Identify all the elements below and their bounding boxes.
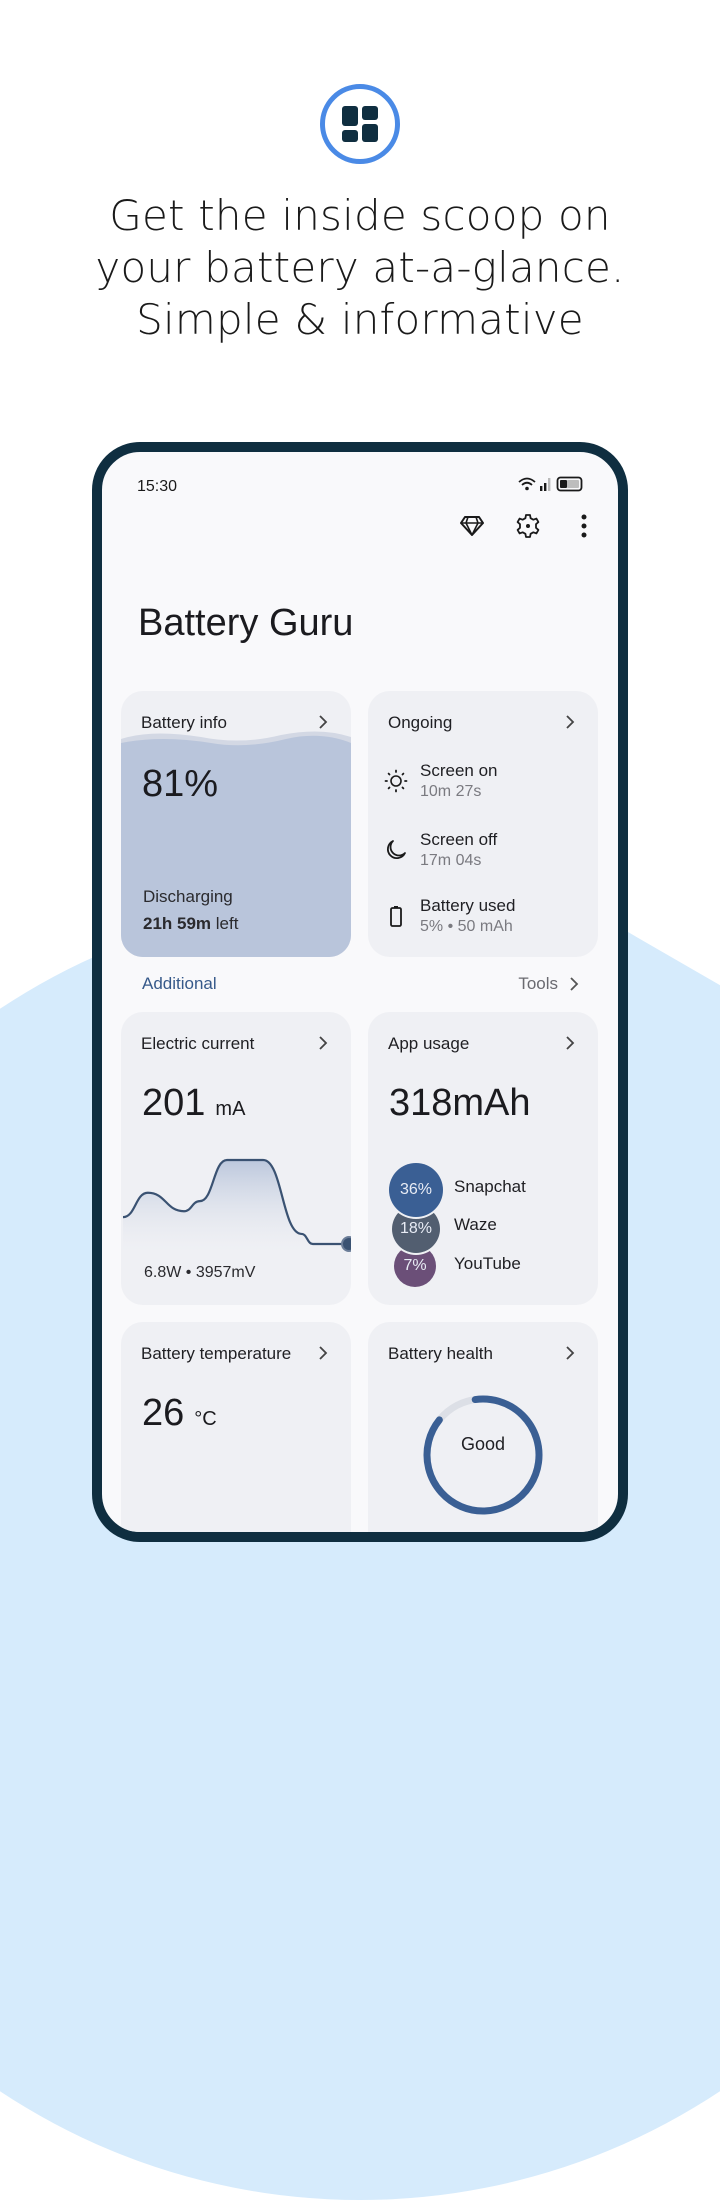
chevron-right-icon: [315, 713, 331, 731]
card-title: Battery temperature: [141, 1344, 292, 1363]
ongoing-value: 10m 27s: [420, 783, 482, 800]
current-chart-end-marker: [341, 1236, 351, 1252]
electric-current-card[interactable]: Electric current 201 mA 6.8W • 3957mV: [121, 1012, 351, 1305]
premium-button[interactable]: [458, 512, 486, 540]
battery-info-card[interactable]: Battery info 81% Discharging 21h 59m lef…: [121, 691, 351, 957]
app-usage-card[interactable]: App usage 318mAh 7% 18% 36% Snapchat Waz…: [368, 1012, 598, 1305]
battery-health-card[interactable]: Battery health Good: [368, 1322, 598, 1532]
ongoing-label: Screen on: [420, 761, 498, 780]
current-chart: [122, 1158, 351, 1252]
chevron-right-icon: [562, 1034, 578, 1052]
app-title: Battery Guru: [138, 602, 354, 644]
headline-line-3: Simple & informative: [136, 295, 584, 344]
headline-line-1: Get the inside scoop on: [109, 191, 611, 240]
battery-time-left-suffix: left: [211, 914, 239, 933]
battery-state: Discharging: [143, 887, 233, 906]
ongoing-value: 17m 04s: [420, 852, 482, 869]
tools-label: Tools: [518, 974, 558, 993]
card-title: App usage: [388, 1034, 470, 1053]
battery-icon: [556, 476, 583, 492]
settings-gear-icon: [516, 514, 540, 538]
status-icons: [518, 476, 584, 492]
temperature-unit: °C: [194, 1408, 217, 1430]
ongoing-value: 5% • 50 mAh: [420, 918, 513, 935]
battery-time-left: 21h 59m left: [143, 914, 238, 934]
battery-level: 81%: [142, 763, 219, 805]
tools-link[interactable]: Tools: [518, 974, 580, 994]
card-title: Battery health: [388, 1344, 493, 1363]
settings-button[interactable]: [514, 512, 542, 540]
app-name: Snapchat: [454, 1177, 526, 1196]
app-usage-total: 318mAh: [389, 1082, 531, 1124]
current-number: 201: [142, 1082, 206, 1124]
temperature-value: 26 °C: [142, 1392, 217, 1435]
diamond-premium-icon: [460, 516, 484, 536]
brightness-sun-icon: [384, 769, 408, 793]
chevron-right-icon: [562, 713, 578, 731]
app-name: YouTube: [454, 1254, 521, 1273]
current-unit: mA: [215, 1098, 246, 1120]
chevron-right-icon: [315, 1034, 331, 1052]
current-chart-area: [123, 1160, 349, 1252]
current-power-voltage: 6.8W • 3957mV: [144, 1264, 256, 1281]
status-time: 15:30: [137, 478, 178, 495]
health-gauge: [423, 1395, 543, 1515]
phone-screen: 15:30 Battery Guru Battery info 81% Disc…: [102, 452, 618, 1532]
battery-outline-icon: [390, 906, 402, 927]
headline-line-2: your battery at-a-glance.: [95, 243, 625, 292]
dashboard-grid-icon: [320, 84, 400, 164]
phone-frame: 15:30 Battery Guru Battery info 81% Disc…: [92, 442, 628, 1542]
app-percent-bubble: 36%: [389, 1163, 443, 1217]
signal-icon: [540, 478, 551, 491]
ongoing-label: Screen off: [420, 830, 498, 849]
additional-label: Additional: [142, 974, 217, 993]
chevron-right-icon: [315, 1344, 331, 1362]
battery-temperature-card[interactable]: Battery temperature 26 °C: [121, 1322, 351, 1532]
section-header: Additional Tools: [121, 972, 598, 996]
ongoing-card[interactable]: Ongoing Screen on 10m 27s Screen off 17m…: [368, 691, 598, 957]
card-title: Electric current: [141, 1034, 255, 1053]
battery-time-left-value: 21h 59m: [143, 914, 212, 933]
wifi-icon: [518, 477, 536, 491]
chevron-right-icon: [570, 977, 579, 991]
chevron-right-icon: [562, 1344, 578, 1362]
toolbar: [458, 512, 598, 540]
card-title: Ongoing: [388, 713, 453, 732]
app-name: Waze: [454, 1215, 497, 1234]
card-title: Battery info: [141, 713, 227, 732]
temperature-number: 26: [142, 1392, 185, 1434]
ongoing-label: Battery used: [420, 896, 516, 915]
more-vert-icon: [581, 514, 587, 538]
health-status: Good: [460, 1434, 506, 1454]
moon-icon: [386, 840, 406, 860]
current-value: 201 mA: [142, 1082, 245, 1125]
headline: Get the inside scoop on your battery at-…: [0, 190, 720, 346]
more-options-button[interactable]: [570, 512, 598, 540]
